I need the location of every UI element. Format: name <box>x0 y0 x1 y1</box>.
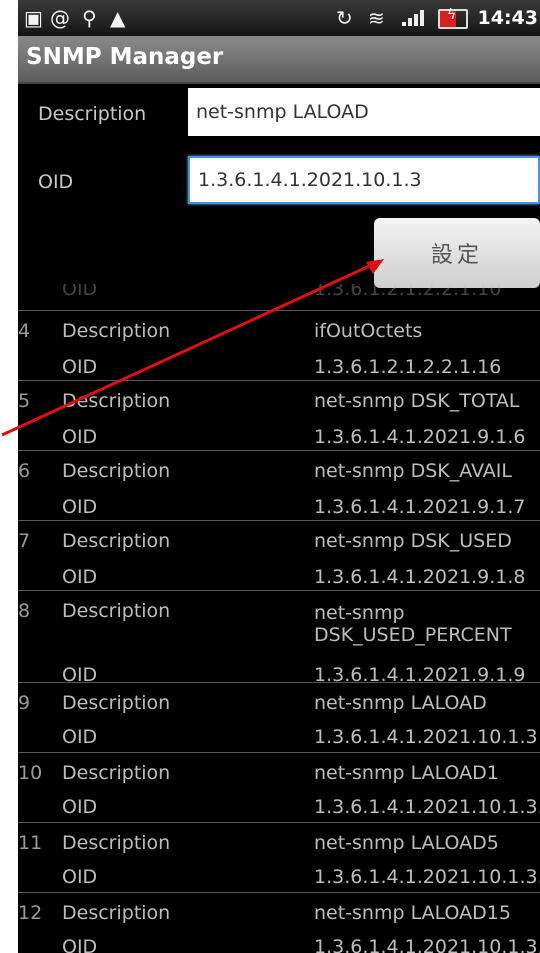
description-value: net-snmp DSK_USED <box>314 530 512 552</box>
description-key: Description <box>62 762 171 784</box>
phone-screen: ▣ @ ⚲ ▲ ↻ ≋ ϟ 14:43 SNMP Manager Descrip… <box>18 0 540 953</box>
description-value: net-snmp DSK_TOTAL <box>314 390 520 412</box>
description-value-line2: DSK_USED_PERCENT <box>314 624 512 646</box>
divider <box>18 380 540 381</box>
oid-key: OID <box>62 284 98 300</box>
row-number: 4 <box>18 320 31 342</box>
usb-icon: ⚲ <box>82 6 97 30</box>
battery-charging-icon: ϟ <box>438 7 468 29</box>
oid-key: OID <box>62 936 98 953</box>
row-number: 6 <box>18 460 31 482</box>
oid-key: OID <box>62 566 98 588</box>
oid-key: OID <box>62 496 98 518</box>
description-key: Description <box>62 390 171 412</box>
wifi-icon: ≋ <box>368 6 385 30</box>
description-value: net-snmp DSK_AVAIL <box>314 460 512 482</box>
status-bar: ▣ @ ⚲ ▲ ↻ ≋ ϟ 14:43 <box>18 0 540 36</box>
description-value: net-snmp LALOAD1 <box>314 762 499 784</box>
divider <box>18 822 540 823</box>
description-value: ifOutOctets <box>314 320 423 342</box>
divider <box>18 520 540 521</box>
row-number: 12 <box>18 902 43 924</box>
oid-input[interactable]: 1.3.6.1.4.1.2021.10.1.3 <box>188 156 540 204</box>
description-key: Description <box>62 692 171 714</box>
signal-icon <box>402 10 432 26</box>
description-value-line1: net-snmp <box>314 602 405 624</box>
divider <box>18 590 540 591</box>
oid-value: 1.3.6.1.2.1.2.2.1.16 <box>314 356 502 378</box>
oid-key: OID <box>62 356 98 378</box>
oid-value: 1.3.6.1.4.1.2021.10.1.3.2 <box>314 866 540 888</box>
divider <box>18 450 540 451</box>
oid-value: 1.3.6.1.4.1.2021.10.1.3.3 <box>314 936 540 953</box>
row-number: 8 <box>18 600 31 622</box>
oid-label: OID <box>38 171 74 193</box>
oid-value: 1.3.6.1.4.1.2021.10.1.3.1 <box>314 796 540 818</box>
divider <box>18 310 540 311</box>
oid-key: OID <box>62 426 98 448</box>
description-key: Description <box>62 832 171 854</box>
description-value: net-snmp LALOAD5 <box>314 832 499 854</box>
description-value: net-snmp LALOAD15 <box>314 902 511 924</box>
oid-key: OID <box>62 726 98 748</box>
description-input[interactable]: net-snmp LALOAD <box>188 88 540 136</box>
oid-list[interactable]: OID 1.3.6.1.2.1.2.2.1.10 4 Description i… <box>18 284 540 953</box>
oid-value: 1.3.6.1.4.1.2021.9.1.8 <box>314 566 526 588</box>
description-key: Description <box>62 600 171 622</box>
divider <box>18 892 540 893</box>
oid-value: 1.3.6.1.4.1.2021.9.1.6 <box>314 426 526 448</box>
divider <box>18 752 540 753</box>
sync-icon: ↻ <box>336 6 353 30</box>
description-key: Description <box>62 530 171 552</box>
divider <box>18 682 540 683</box>
row-number: 10 <box>18 762 43 784</box>
row-number: 7 <box>18 530 31 552</box>
status-time: 14:43 <box>477 7 538 29</box>
description-key: Description <box>62 902 171 924</box>
notification-icon: ▣ <box>24 6 43 30</box>
oid-value: 1.3.6.1.2.1.2.2.1.10 <box>314 284 502 300</box>
description-key: Description <box>62 460 171 482</box>
app-title: SNMP Manager <box>26 44 224 70</box>
oid-value: 1.3.6.1.4.1.2021.9.1.7 <box>314 496 526 518</box>
oid-key: OID <box>62 866 98 888</box>
oid-key: OID <box>62 796 98 818</box>
row-number: 9 <box>18 692 31 714</box>
row-number: 5 <box>18 390 31 412</box>
row-number: 11 <box>18 832 43 854</box>
description-label: Description <box>38 103 147 125</box>
at-icon: @ <box>50 6 70 30</box>
app-title-bar: SNMP Manager <box>18 36 540 84</box>
oid-value: 1.3.6.1.4.1.2021.10.1.3 <box>314 726 538 748</box>
warning-icon: ▲ <box>110 6 126 30</box>
description-value: net-snmp LALOAD <box>314 692 487 714</box>
description-key: Description <box>62 320 171 342</box>
set-button[interactable]: 設定 <box>374 218 540 288</box>
